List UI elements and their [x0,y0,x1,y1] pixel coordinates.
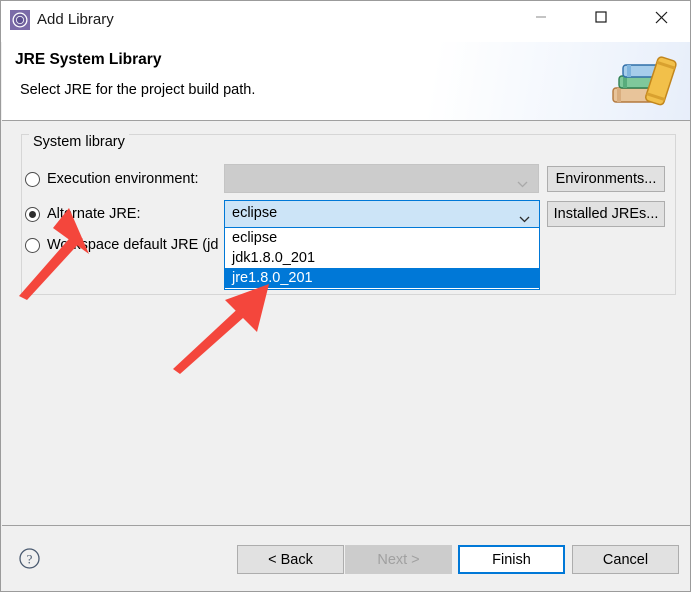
eclipse-library-icon [10,10,30,30]
radio-label-workspace-default-jre: Workspace default JRE (jd [47,237,219,253]
environments-button[interactable]: Environments... [547,166,665,192]
radio-mark-alternate-jre[interactable] [25,206,40,222]
finish-button[interactable]: Finish [458,545,565,574]
window-title: Add Library [37,11,114,28]
back-button[interactable]: < Back [237,545,344,574]
radio-label-alternate-jre: Alternate JRE: [47,206,141,222]
books-icon [603,50,679,110]
list-item[interactable]: eclipse [225,228,539,248]
alternate-jre-combo[interactable]: eclipse [224,200,540,228]
radio-mark-workspace-default-jre[interactable] [25,237,40,253]
list-item[interactable]: jdk1.8.0_201 [225,248,539,268]
page-title: JRE System Library [15,51,162,68]
close-icon[interactable] [638,1,684,33]
cancel-button[interactable]: Cancel [572,545,679,574]
radio-alternate-jre[interactable]: Alternate JRE: [25,203,141,225]
svg-text:?: ? [27,552,33,567]
execution-environment-combo [224,164,539,193]
title-bar: Add Library [1,1,690,42]
chevron-down-icon [517,175,528,193]
maximize-icon[interactable] [578,1,624,33]
next-button: Next > [345,545,452,574]
wizard-header: JRE System Library Select JRE for the pr… [2,42,690,121]
system-library-group-label: System library [29,134,129,150]
help-icon[interactable]: ? [18,547,41,570]
minimize-icon[interactable] [518,1,564,33]
alternate-jre-combo-value: eclipse [232,205,278,221]
radio-mark-execution-environment[interactable] [25,171,40,187]
chevron-down-icon[interactable] [519,210,530,228]
radio-label-execution-environment: Execution environment: [47,171,199,187]
page-description: Select JRE for the project build path. [20,82,256,98]
radio-execution-environment[interactable]: Execution environment: [25,168,199,190]
add-library-dialog: Add Library JRE System Library Select JR… [0,0,691,592]
installed-jres-button[interactable]: Installed JREs... [547,201,665,227]
list-item[interactable]: jre1.8.0_201 [225,268,539,288]
alternate-jre-dropdown-list[interactable]: eclipse jdk1.8.0_201 jre1.8.0_201 [224,228,540,290]
radio-workspace-default-jre[interactable]: Workspace default JRE (jd [25,234,218,256]
